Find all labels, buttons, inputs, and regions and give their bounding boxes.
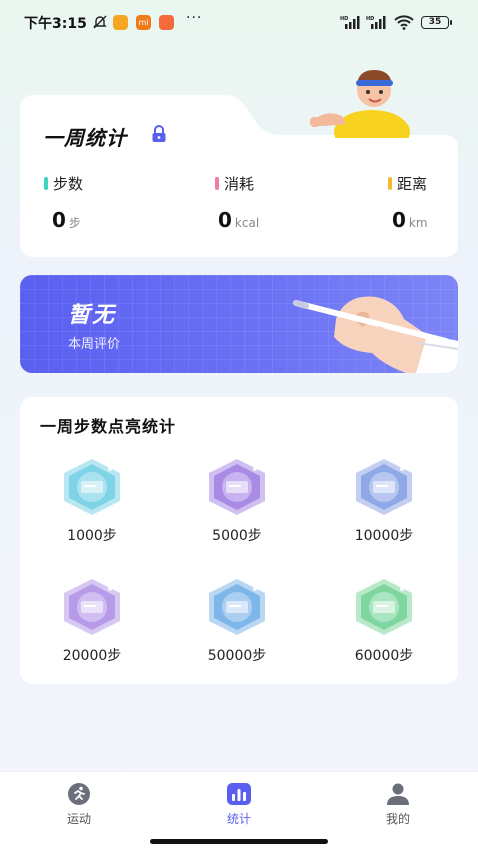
mi-app-icon: mi [136, 15, 151, 30]
step-badge[interactable]: 50000步 [182, 577, 292, 665]
evaluation-subtitle: 本周评价 [68, 337, 121, 352]
calories-color-bar [215, 177, 219, 190]
svg-text:HD: HD [340, 16, 348, 22]
tab-profile[interactable]: 我的 [358, 782, 438, 827]
badges-title: 一周步数点亮统计 [40, 417, 177, 436]
step-badge[interactable]: 10000步 [329, 457, 439, 545]
message-app-icon [113, 15, 128, 30]
tab-sport-label: 运动 [66, 812, 91, 826]
hexagon-medal-icon [209, 459, 265, 515]
metric-steps-value: 0 [52, 208, 66, 232]
badge-label: 5000步 [212, 528, 262, 544]
signal-icon: HD [366, 16, 386, 29]
weekly-evaluation-banner[interactable]: 暂无 本周评价 [20, 275, 458, 373]
step-badge[interactable]: 1000步 [37, 457, 147, 545]
badge-label: 20000步 [62, 648, 122, 664]
badge-label: 10000步 [354, 528, 414, 544]
hexagon-medal-icon [209, 579, 265, 635]
metric-distance: 距离 0 km [388, 173, 428, 232]
signal-icon: HD [340, 16, 360, 29]
hexagon-medal-icon [64, 459, 120, 515]
metric-calories-value: 0 [218, 208, 232, 232]
metric-calories-label: 消耗 [224, 175, 255, 193]
bar-chart-icon [227, 783, 251, 805]
hexagon-medal-icon [356, 459, 412, 515]
tab-sport[interactable]: 运动 [39, 782, 119, 827]
metric-distance-label: 距离 [397, 175, 428, 193]
badge-label: 50000步 [207, 648, 267, 664]
character-illustration [310, 70, 410, 138]
tab-statistics-label: 统计 [226, 812, 251, 826]
svg-text:HD: HD [366, 16, 374, 22]
hexagon-medal-icon [356, 579, 412, 635]
metric-calories-unit: kcal [234, 216, 260, 230]
badge-label: 60000步 [354, 648, 414, 664]
distance-color-bar [388, 177, 392, 190]
step-badge[interactable]: 60000步 [329, 577, 439, 665]
steps-color-bar [44, 177, 48, 190]
status-time: 下午3:15 [24, 16, 87, 32]
tab-statistics[interactable]: 统计 [199, 782, 279, 827]
lock-icon[interactable] [151, 125, 167, 143]
weekly-stats-title: 一周统计 [43, 126, 127, 150]
metric-distance-unit: km [408, 216, 428, 230]
user-icon [387, 783, 409, 805]
metric-distance-value: 0 [392, 208, 406, 232]
step-badge[interactable]: 5000步 [182, 457, 292, 545]
mute-bell-icon [93, 15, 107, 29]
home-indicator[interactable] [150, 839, 328, 844]
app-notification-icon [159, 15, 174, 30]
status-bar: 下午3:15 mi ··· HD HD 35 [0, 0, 478, 44]
metric-steps-label: 步数 [53, 175, 84, 193]
hand-pen-illustration [293, 296, 458, 373]
metric-steps-unit: 步 [68, 216, 81, 230]
more-notifications-icon: ··· [186, 10, 203, 26]
running-icon [68, 783, 90, 805]
metric-steps: 步数 0 步 [44, 173, 83, 232]
wifi-icon [394, 15, 414, 30]
evaluation-title: 暂无 [68, 303, 117, 328]
hexagon-medal-icon [64, 579, 120, 635]
badge-label: 1000步 [67, 528, 117, 544]
weekly-steps-badges-card: 一周步数点亮统计 1000步 5000步 10000步 20000步 50000步 600… [20, 397, 458, 684]
battery-icon: 35 [421, 16, 452, 29]
metric-calories: 消耗 0 kcal [215, 173, 259, 232]
tab-profile-label: 我的 [385, 812, 410, 826]
step-badge[interactable]: 20000步 [37, 577, 147, 665]
